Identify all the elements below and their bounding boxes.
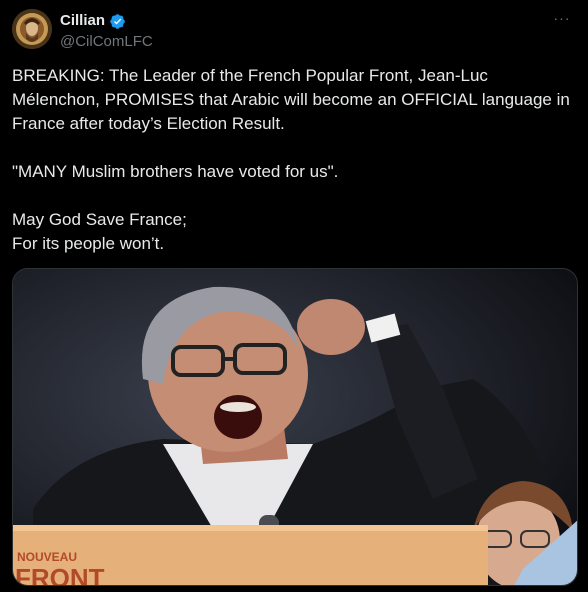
sign-line-1: NOUVEAU: [17, 550, 77, 564]
tweet-line: "MANY Muslim brothers have voted for us"…: [12, 162, 339, 181]
tweet-line: France after today’s Election Result.: [12, 114, 285, 133]
more-options-button[interactable]: ···: [548, 11, 576, 31]
tweet-line: BREAKING: The Leader of the French Popul…: [12, 66, 488, 85]
tweet-line: Mélenchon, PROMISES that Arabic will bec…: [12, 90, 570, 109]
tweet-header: Cillian @CilComLFC ···: [12, 9, 576, 53]
handle[interactable]: @CilComLFC: [60, 32, 153, 52]
tweet-line: May God Save France;: [12, 210, 187, 229]
tweet: Cillian @CilComLFC ··· BREAKING: The Lea…: [0, 0, 588, 592]
display-name-row: Cillian: [60, 11, 153, 31]
sign-line-2: FRONT: [15, 563, 105, 586]
tweet-text: BREAKING: The Leader of the French Popul…: [12, 64, 578, 256]
verified-badge-icon: [109, 13, 126, 30]
photo-illustration: NOUVEAU FRONT: [13, 269, 577, 586]
tweet-line: For its people won’t.: [12, 234, 165, 253]
avatar-image: [12, 9, 52, 49]
author-names: Cillian @CilComLFC: [60, 11, 153, 52]
tweet-photo[interactable]: NOUVEAU FRONT: [12, 268, 578, 586]
avatar[interactable]: [12, 9, 52, 49]
display-name[interactable]: Cillian: [60, 11, 105, 31]
